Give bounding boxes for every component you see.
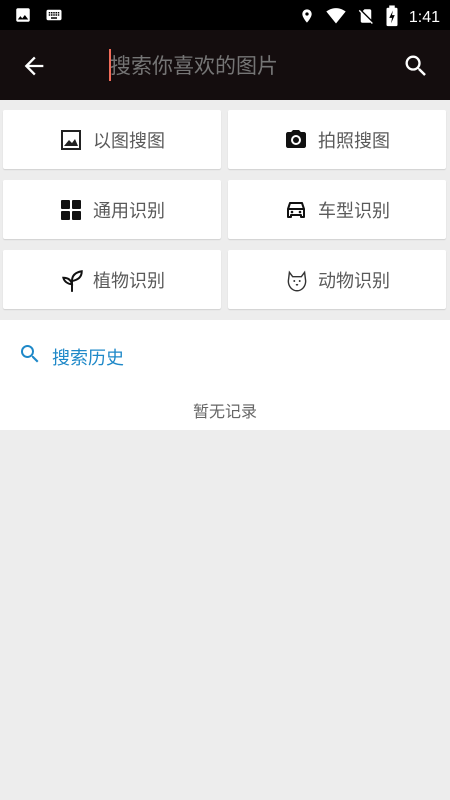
search-history-panel: 搜索历史 暂无记录 (0, 320, 450, 430)
search-history-header: 搜索历史 (18, 342, 124, 371)
empty-history-text: 暂无记录 (192, 402, 257, 421)
tile-label: 以图搜图 (93, 130, 165, 152)
dog-icon (284, 268, 308, 292)
image-notification-icon (14, 6, 32, 28)
back-arrow-icon[interactable] (20, 52, 48, 80)
search-icon (18, 342, 42, 371)
status-bar: 1:41 (0, 0, 450, 30)
no-sim-icon (357, 6, 375, 30)
search-icon[interactable] (402, 52, 430, 80)
tile-label: 动物识别 (318, 270, 390, 292)
search-input[interactable] (110, 46, 380, 86)
photo-search-button[interactable]: 拍照搜图 (228, 110, 446, 169)
wifi-icon (325, 6, 347, 30)
camera-icon (284, 128, 308, 152)
keyboard-icon (44, 6, 64, 28)
tile-label: 车型识别 (318, 200, 390, 222)
search-mode-grid: 以图搜图 拍照搜图 通用识别 车型识别 植物识别 动物识别 (0, 100, 450, 318)
tile-label: 通用识别 (93, 200, 165, 222)
tile-label: 植物识别 (93, 270, 165, 292)
tile-label: 拍照搜图 (318, 130, 390, 152)
car-icon (284, 198, 308, 222)
animal-recognition-button[interactable]: 动物识别 (228, 250, 446, 309)
location-icon (299, 6, 315, 30)
search-app-bar (0, 30, 450, 100)
general-recognition-button[interactable]: 通用识别 (3, 180, 221, 239)
plant-recognition-button[interactable]: 植物识别 (3, 250, 221, 309)
search-by-image-button[interactable]: 以图搜图 (3, 110, 221, 169)
sprout-icon (59, 268, 83, 292)
car-recognition-button[interactable]: 车型识别 (228, 180, 446, 239)
battery-charging-icon (385, 5, 399, 31)
grid-apps-icon (59, 198, 83, 222)
clock-time: 1:41 (408, 9, 440, 26)
image-icon (59, 128, 83, 152)
search-history-title: 搜索历史 (52, 347, 124, 369)
